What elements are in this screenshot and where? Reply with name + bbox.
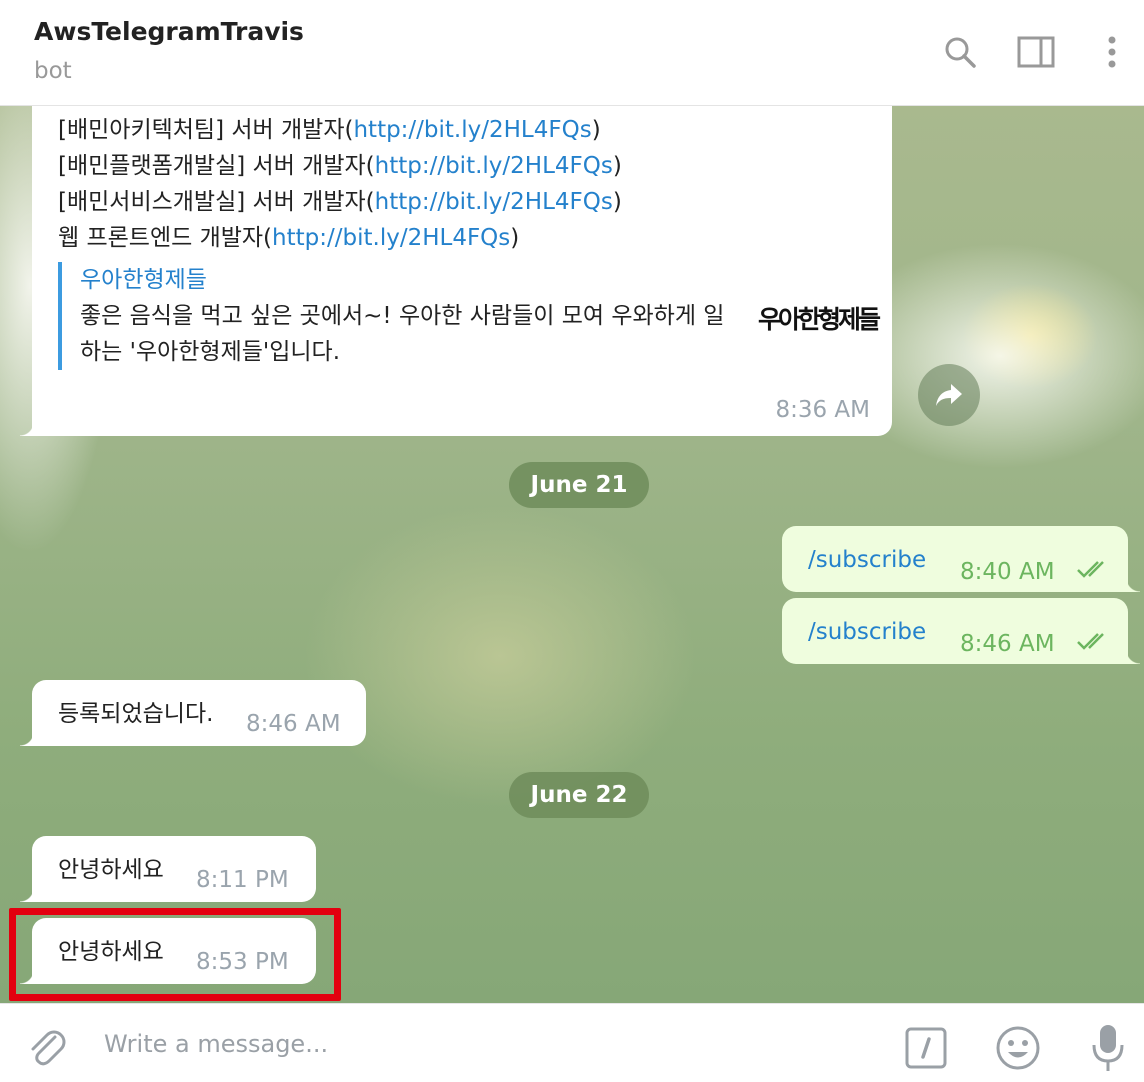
message-composer (0, 1003, 1144, 1082)
message-line-tail: ) (510, 225, 520, 251)
chat-title[interactable]: AwsTelegramTravis (34, 17, 304, 46)
chat-header: AwsTelegramTravis bot (0, 0, 1144, 106)
highlight-box (9, 908, 341, 1001)
message-line: [배민서비스개발실] 서버 개발자( (58, 189, 375, 215)
chat-status: bot (34, 58, 72, 84)
emoji-icon[interactable] (994, 1024, 1042, 1072)
message-bubble[interactable]: [배민아키텍처팀] 서버 개발자(http://bit.ly/2HL4FQs) … (20, 106, 892, 436)
search-icon[interactable] (940, 32, 980, 72)
link-preview-title: 우아한형제들 (80, 267, 207, 293)
message-text: [배민아키텍처팀] 서버 개발자(http://bit.ly/2HL4FQs) … (58, 112, 622, 256)
link-preview-logo: 우아한형제들 (757, 305, 881, 334)
double-check-icon (1077, 561, 1104, 578)
bot-command-link[interactable]: /subscribe (808, 614, 926, 650)
sidebar-toggle-icon[interactable] (1016, 32, 1056, 72)
message-link[interactable]: http://bit.ly/2HL4FQs (272, 225, 510, 251)
message-time: 8:40 AM (960, 559, 1055, 585)
message-line-tail: ) (591, 117, 601, 143)
message-line: [배민아키텍처팀] 서버 개발자( (58, 117, 354, 143)
more-vertical-icon[interactable] (1092, 32, 1132, 72)
message-link[interactable]: http://bit.ly/2HL4FQs (353, 117, 591, 143)
date-separator: June 21 (509, 462, 649, 508)
bot-command-link[interactable]: /subscribe (808, 542, 926, 578)
microphone-icon[interactable] (1088, 1022, 1128, 1074)
message-text: 안녕하세요 (58, 857, 164, 883)
date-separator: June 22 (509, 772, 649, 818)
message-text: 등록되었습니다. (58, 701, 214, 727)
attach-icon[interactable] (24, 1024, 68, 1068)
message-bubble-outgoing[interactable]: /subscribe 8:40 AM (782, 526, 1140, 592)
message-time: 8:46 AM (246, 711, 341, 737)
message-bubble-outgoing[interactable]: /subscribe 8:46 AM (782, 598, 1140, 664)
message-line-tail: ) (612, 189, 622, 215)
message-link[interactable]: http://bit.ly/2HL4FQs (375, 189, 613, 215)
message-line-tail: ) (612, 153, 622, 179)
share-icon[interactable] (918, 364, 980, 426)
double-check-icon (1077, 633, 1104, 650)
message-line: 웹 프론트엔드 개발자( (58, 225, 273, 251)
message-input[interactable] (104, 1024, 864, 1064)
message-line: [배민플랫폼개발실] 서버 개발자( (58, 153, 375, 179)
message-time: 8:11 PM (196, 867, 289, 893)
message-link[interactable]: http://bit.ly/2HL4FQs (375, 153, 613, 179)
message-bubble[interactable]: 안녕하세요 8:11 PM (20, 836, 316, 902)
link-preview[interactable]: 우아한형제들 좋은 음식을 먹고 싶은 곳에서~! 우아한 사람들이 모여 우와… (58, 262, 881, 370)
message-time: 8:36 AM (775, 397, 870, 423)
message-bubble[interactable]: 등록되었습니다. 8:46 AM (20, 680, 366, 746)
bot-command-icon[interactable] (904, 1026, 948, 1070)
chat-history[interactable]: [배민아키텍처팀] 서버 개발자(http://bit.ly/2HL4FQs) … (0, 106, 1144, 1003)
link-preview-description: 좋은 음식을 먹고 싶은 곳에서~! 우아한 사람들이 모여 우와하게 일하는 … (80, 303, 725, 365)
message-time: 8:46 AM (960, 631, 1055, 657)
